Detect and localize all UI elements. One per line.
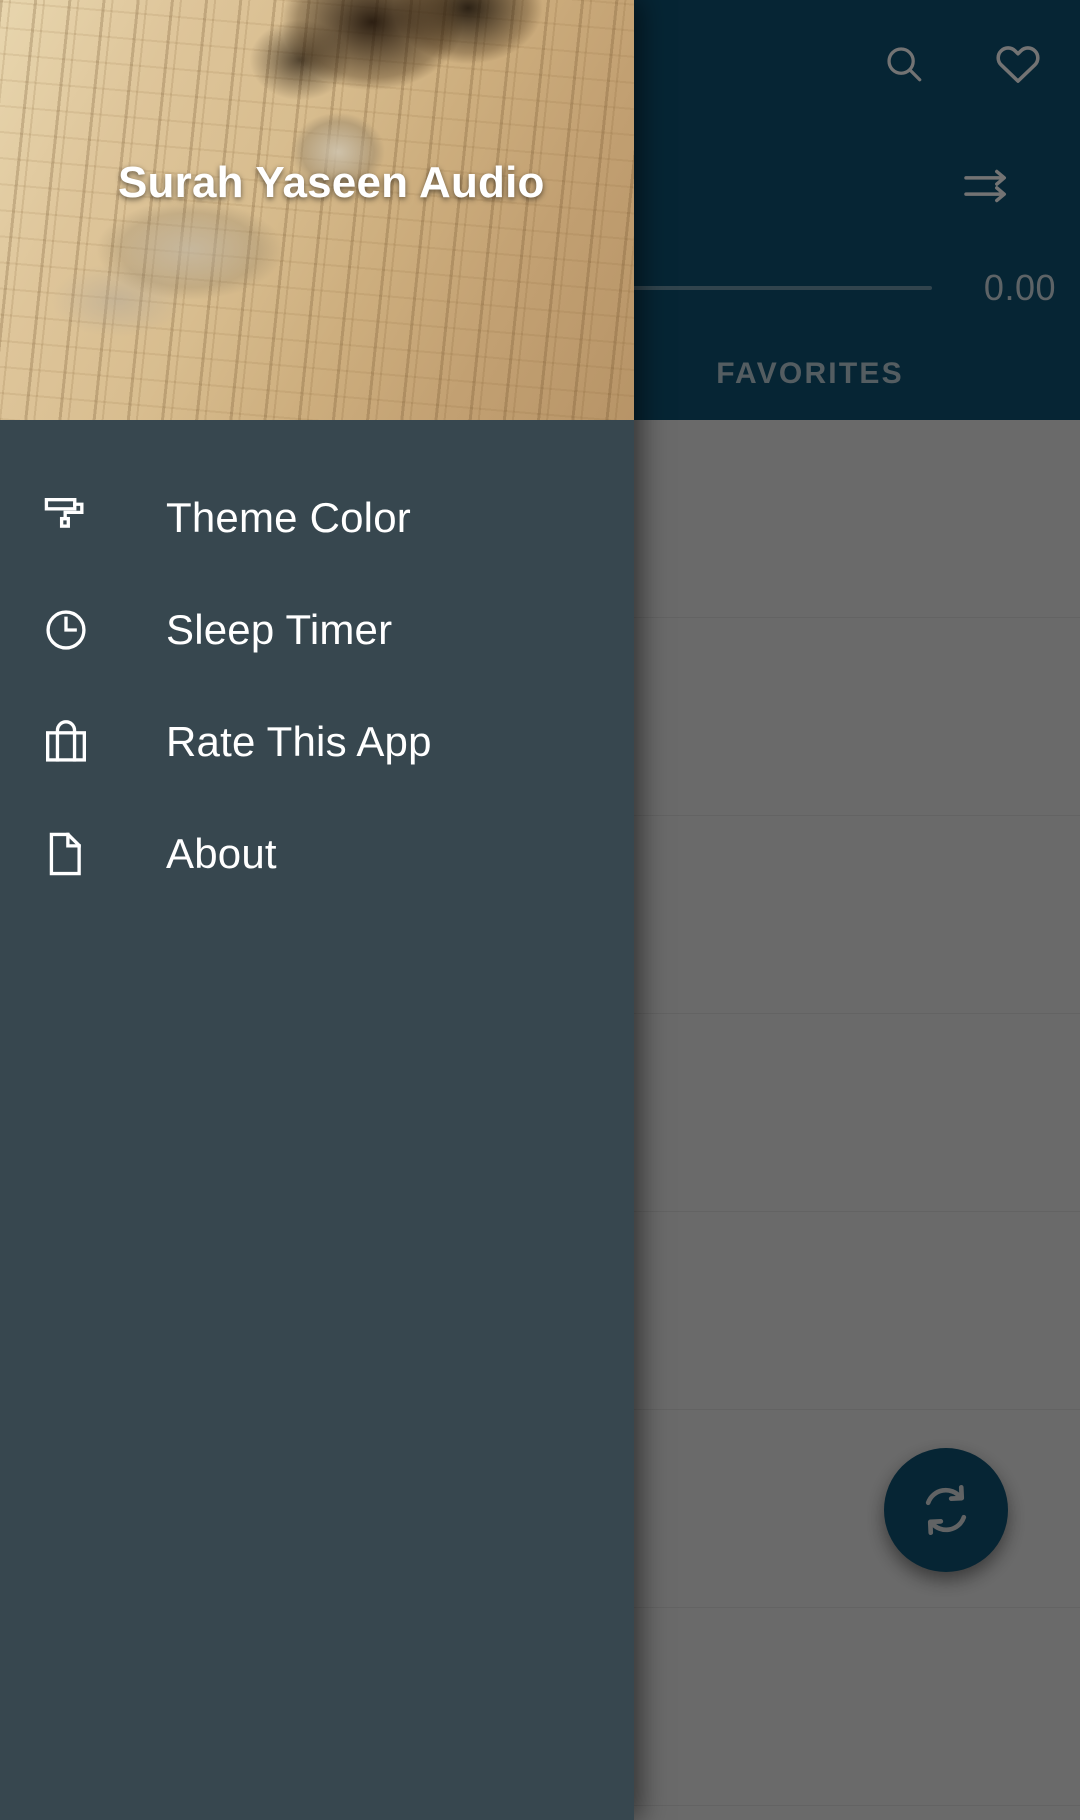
sidebar-item-sleep-timer[interactable]: Sleep Timer <box>0 574 634 686</box>
navigation-drawer: Surah Yaseen Audio Theme Color Sleep Tim… <box>0 0 634 1820</box>
sidebar-item-label: Sleep Timer <box>166 606 393 653</box>
sidebar-item-label: Theme Color <box>166 494 411 541</box>
page-title: Surah Yaseen Audio <box>118 158 545 207</box>
drawer-menu-list: Theme Color Sleep Timer Rate This App Ab… <box>0 420 634 910</box>
sidebar-item-theme-color[interactable]: Theme Color <box>0 462 634 574</box>
sidebar-item-label: Rate This App <box>166 718 432 765</box>
sidebar-item-about[interactable]: About <box>0 798 634 910</box>
shopping-bag-icon <box>38 714 94 770</box>
paint-roller-icon <box>38 490 94 546</box>
quran-background-image <box>0 0 634 420</box>
sidebar-item-label: About <box>166 830 277 877</box>
app-screen: 0.00 PLAYLIST FAVORITES <box>0 0 1080 1820</box>
sidebar-item-rate-this-app[interactable]: Rate This App <box>0 686 634 798</box>
document-icon <box>38 826 94 882</box>
drawer-header: Surah Yaseen Audio <box>0 0 634 420</box>
clock-icon <box>38 602 94 658</box>
